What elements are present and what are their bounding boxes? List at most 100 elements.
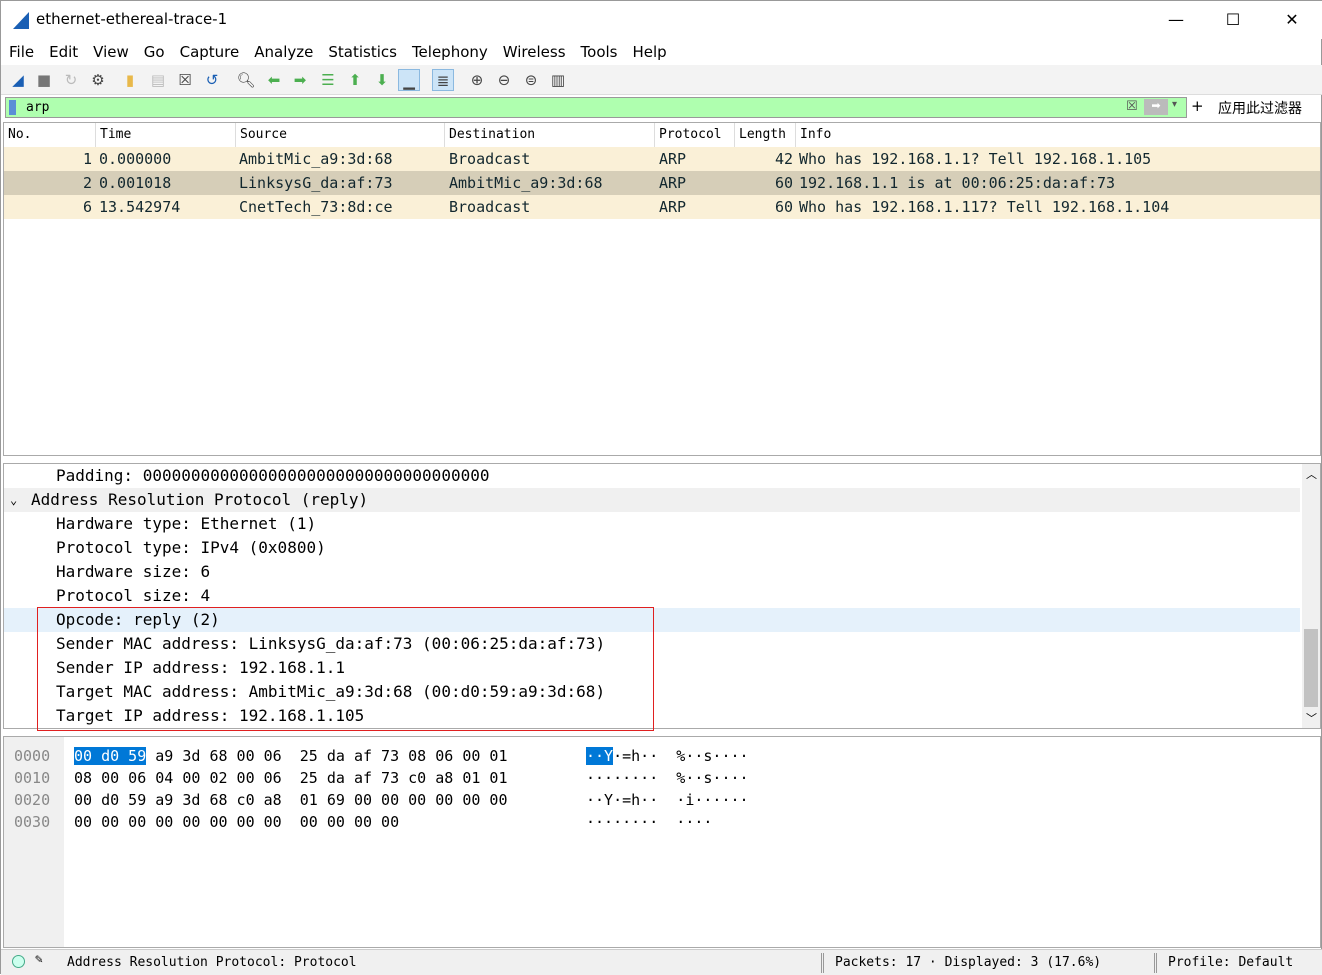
hex-bytes[interactable]: 00 d0 59 a9 3d 68 c0 a8 01 69 00 00 00 0…: [74, 789, 507, 811]
byte-offset: 0000: [14, 747, 51, 765]
ascii-bytes[interactable]: ········ %··s····: [586, 767, 749, 789]
cell-time: 13.542974: [99, 198, 181, 216]
menu-go[interactable]: Go: [136, 39, 172, 63]
display-filter-input[interactable]: [26, 98, 1116, 117]
details-scrollbar[interactable]: ︿ ﹀: [1302, 464, 1320, 728]
menu-help[interactable]: Help: [624, 39, 673, 63]
open-file-icon[interactable]: ▮: [119, 69, 141, 91]
arp-tree-node[interactable]: ⌄ Address Resolution Protocol (reply): [4, 488, 1300, 512]
detail-field[interactable]: Hardware size: 6: [4, 560, 1300, 584]
selected-hex[interactable]: 00 d0 59: [74, 747, 147, 765]
column-header-time[interactable]: Time: [96, 123, 236, 147]
cell-info: Who has 192.168.1.117? Tell 192.168.1.10…: [799, 198, 1170, 216]
maximize-button[interactable]: ☐: [1210, 7, 1256, 33]
column-header-info[interactable]: Info: [796, 123, 1320, 147]
status-divider: [1154, 953, 1157, 973]
column-header-destination[interactable]: Destination: [445, 123, 655, 147]
padding-field[interactable]: Padding: 0000000000000000000000000000000…: [4, 464, 1300, 488]
profile-label[interactable]: Profile: Default: [1168, 955, 1293, 970]
cell-no: 1: [82, 150, 92, 168]
menu-view[interactable]: View: [85, 39, 136, 63]
column-header-protocol[interactable]: Protocol: [655, 123, 735, 147]
go-to-packet-icon[interactable]: ☰: [317, 69, 339, 91]
hex-text: 00 00 00 00 00 00 00 00 00 00 00 00: [74, 813, 400, 831]
close-file-icon[interactable]: ☒: [174, 69, 196, 91]
colorize-icon[interactable]: ≣: [432, 69, 454, 91]
ascii-bytes[interactable]: ··Y·=h·· ·i······: [586, 789, 749, 811]
first-packet-icon[interactable]: ⬆: [344, 69, 366, 91]
column-header-length[interactable]: Length: [735, 123, 796, 147]
hex-bytes[interactable]: 00 d0 59 a9 3d 68 00 06 25 da af 73 08 0…: [74, 745, 507, 767]
capture-comment-icon[interactable]: ✎: [35, 952, 43, 967]
detail-field[interactable]: Protocol size: 4: [4, 584, 1300, 608]
clear-filter-icon[interactable]: ☒: [1126, 99, 1138, 114]
window-title: ethernet-ethereal-trace-1: [36, 10, 228, 28]
reload-file-icon[interactable]: ↺: [201, 69, 223, 91]
add-filter-button[interactable]: +: [1191, 97, 1204, 115]
detail-field[interactable]: Hardware type: Ethernet (1): [4, 512, 1300, 536]
selected-ascii[interactable]: ··Y: [586, 747, 614, 765]
close-button[interactable]: ✕: [1269, 7, 1315, 33]
menu-analyze[interactable]: Analyze: [246, 39, 320, 63]
column-header-source[interactable]: Source: [236, 123, 445, 147]
byte-offset: 0020: [14, 791, 51, 809]
packet-row[interactable]: 6 13.542974 CnetTech_73:8d:ce Broadcast ARP 6…: [4, 195, 1320, 219]
filter-history-dropdown-icon[interactable]: ▾: [1172, 99, 1177, 110]
resize-columns-icon[interactable]: ▥: [547, 69, 569, 91]
ascii-text: ·=h·· %··s····: [613, 747, 749, 765]
column-header-no[interactable]: No.: [4, 123, 96, 147]
status-message: Address Resolution Protocol: Protocol: [67, 955, 357, 970]
main-toolbar: ◢ ■ ↻ ⚙ ▮ ▤ ☒ ↺ 🔍︎ ⬅ ➡ ☰ ⬆ ⬇ ▁ ≣ ⊕ ⊖ ⊜ ▥: [1, 65, 1322, 95]
hex-text: a9 3d 68 00 06 25 da af 73 08 06 00 01: [146, 747, 508, 765]
cell-info: 192.168.1.1 is at 00:06:25:da:af:73: [799, 174, 1116, 192]
packet-row[interactable]: 1 0.000000 AmbitMic_a9:3d:68 Broadcast ARP 42…: [4, 147, 1320, 171]
find-packet-icon[interactable]: 🔍︎: [235, 69, 257, 91]
ascii-bytes[interactable]: ··Y·=h·· %··s····: [586, 745, 749, 767]
cell-protocol: ARP: [659, 174, 687, 192]
status-divider: [821, 953, 824, 973]
save-file-icon[interactable]: ▤: [147, 69, 169, 91]
chevron-down-icon[interactable]: ⌄: [10, 488, 17, 512]
restart-capture-icon[interactable]: ↻: [60, 69, 82, 91]
menu-file[interactable]: File: [1, 39, 41, 63]
zoom-in-icon[interactable]: ⊕: [466, 69, 488, 91]
scroll-up-icon[interactable]: ︿: [1306, 466, 1317, 482]
bookmark-icon[interactable]: [9, 100, 16, 115]
cell-destination: Broadcast: [449, 198, 531, 216]
hex-text: 08 00 06 04 00 02 00 06 25 da af 73 c0 a…: [74, 769, 508, 787]
menu-telephony[interactable]: Telephony: [404, 39, 495, 63]
hex-bytes[interactable]: 00 00 00 00 00 00 00 00 00 00 00 00: [74, 811, 399, 833]
packet-row[interactable]: 2 0.001018 LinksysG_da:af:73 AmbitMic_a9:3d…: [4, 171, 1320, 195]
autoscroll-icon[interactable]: ▁: [398, 69, 420, 91]
last-packet-icon[interactable]: ⬇: [371, 69, 393, 91]
menu-statistics[interactable]: Statistics: [320, 39, 404, 63]
go-back-icon[interactable]: ⬅: [263, 69, 285, 91]
expert-info-icon[interactable]: [12, 955, 25, 968]
menu-wireless[interactable]: Wireless: [495, 39, 573, 63]
zoom-out-icon[interactable]: ⊖: [493, 69, 515, 91]
scrollbar-thumb[interactable]: [1304, 629, 1318, 707]
cell-protocol: ARP: [659, 198, 687, 216]
detail-field[interactable]: Protocol type: IPv4 (0x0800): [4, 536, 1300, 560]
packet-list: No. Time Source Destination Protocol Len…: [3, 122, 1321, 456]
menu-tools[interactable]: Tools: [573, 39, 625, 63]
go-forward-icon[interactable]: ➡: [289, 69, 311, 91]
ascii-text: ··Y·=h·· ·i······: [586, 791, 749, 809]
zoom-normal-icon[interactable]: ⊜: [520, 69, 542, 91]
capture-options-icon[interactable]: ⚙: [87, 69, 109, 91]
menu-bar: File Edit View Go Capture Analyze Statistics Te…: [1, 39, 1322, 65]
scroll-down-icon[interactable]: ﹀: [1306, 710, 1317, 726]
hex-bytes[interactable]: 08 00 06 04 00 02 00 06 25 da af 73 c0 a…: [74, 767, 507, 789]
minimize-button[interactable]: —: [1153, 7, 1199, 33]
cell-source: AmbitMic_a9:3d:68: [239, 150, 393, 168]
menu-capture[interactable]: Capture: [172, 39, 247, 63]
menu-edit[interactable]: Edit: [41, 39, 85, 63]
start-capture-icon[interactable]: ◢: [7, 69, 29, 91]
stop-capture-icon[interactable]: ■: [33, 69, 55, 91]
apply-filter-button[interactable]: 应用此过滤器: [1218, 98, 1302, 118]
cell-length: 60: [774, 174, 793, 192]
ascii-bytes[interactable]: ········ ····: [586, 811, 712, 833]
apply-arrow-icon[interactable]: ➡: [1144, 99, 1168, 115]
display-filter-bar: ☒ ➡ ▾: [5, 97, 1187, 118]
cell-no: 2: [82, 174, 92, 192]
